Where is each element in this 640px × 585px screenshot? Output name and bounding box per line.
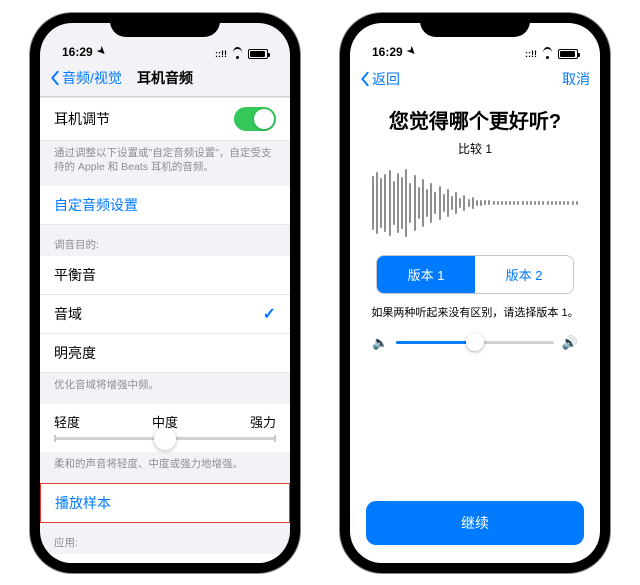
speaker-low-icon: 🔈 [372, 335, 388, 351]
nav-bar: 返回 取消 [350, 61, 600, 97]
comparison-label: 比较 1 [350, 140, 600, 157]
question-title: 您觉得哪个更好听? [350, 105, 600, 134]
volume-slider[interactable] [396, 341, 554, 344]
slider-label-slight: 轻度 [54, 412, 80, 431]
intensity-slider-row: 轻度 中度 强力 [40, 404, 290, 452]
slider-footer: 柔和的声音将轻度、中度或强力地增强。 [40, 452, 290, 483]
settings-list: 耳机调节 通过调整以下设置或"自定音频设置"，自定受支持的 Apple 和 Be… [40, 97, 290, 563]
nav-bar: 音频/视觉 耳机音频 [40, 61, 290, 97]
cell-label: 耳机调节 [54, 109, 110, 129]
tune-header: 调音目的: [40, 225, 290, 256]
slider-label-strong: 强力 [250, 412, 276, 431]
page-title: 耳机音频 [137, 68, 193, 88]
cell-label: 明亮度 [54, 343, 96, 363]
hint-text: 如果两种听起来没有区别，请选择版本 1。 [350, 306, 600, 321]
apply-phone-cell[interactable]: 电话 [40, 554, 290, 562]
continue-button[interactable]: 继续 [366, 501, 584, 545]
footer-text: 通过调整以下设置或"自定音频设置"，自定受支持的 Apple 和 Beats 耳… [40, 141, 290, 186]
chevron-left-icon [50, 70, 60, 86]
audio-waveform [350, 169, 600, 237]
back-label: 音频/视觉 [62, 68, 122, 88]
play-sample-cell[interactable]: 播放样本 [40, 483, 290, 523]
tune-option-vocal[interactable]: 音域 ✓ [40, 295, 290, 334]
tune-footer: 优化音域将增强中频。 [40, 373, 290, 404]
cell-label: 平衡音 [54, 265, 96, 285]
headphone-accommodations-cell[interactable]: 耳机调节 [40, 97, 290, 141]
intensity-slider[interactable] [54, 437, 276, 440]
chevron-left-icon [360, 71, 370, 87]
apply-header: 应用: [40, 523, 290, 554]
back-label: 返回 [372, 69, 400, 89]
volume-row: 🔈 🔊 [350, 321, 600, 365]
version-1-button[interactable]: 版本 1 [377, 256, 475, 293]
back-button[interactable]: 音频/视觉 [50, 68, 122, 88]
custom-audio-setup-label: 自定音频设置 [54, 195, 138, 215]
play-sample-label: 播放样本 [55, 493, 111, 513]
toggle-accommodations[interactable] [234, 107, 276, 131]
tune-option-brightness[interactable]: 明亮度 [40, 334, 290, 373]
custom-audio-setup-cell[interactable]: 自定音频设置 [40, 186, 290, 225]
version-segmented-control: 版本 1 版本 2 [376, 255, 574, 294]
checkmark-icon: ✓ [263, 304, 276, 324]
version-2-button[interactable]: 版本 2 [475, 256, 573, 293]
back-button[interactable]: 返回 [360, 69, 400, 89]
cancel-button[interactable]: 取消 [562, 69, 590, 89]
tune-option-balanced[interactable]: 平衡音 [40, 256, 290, 295]
speaker-high-icon: 🔊 [562, 335, 578, 351]
cell-label: 音域 [54, 304, 82, 324]
